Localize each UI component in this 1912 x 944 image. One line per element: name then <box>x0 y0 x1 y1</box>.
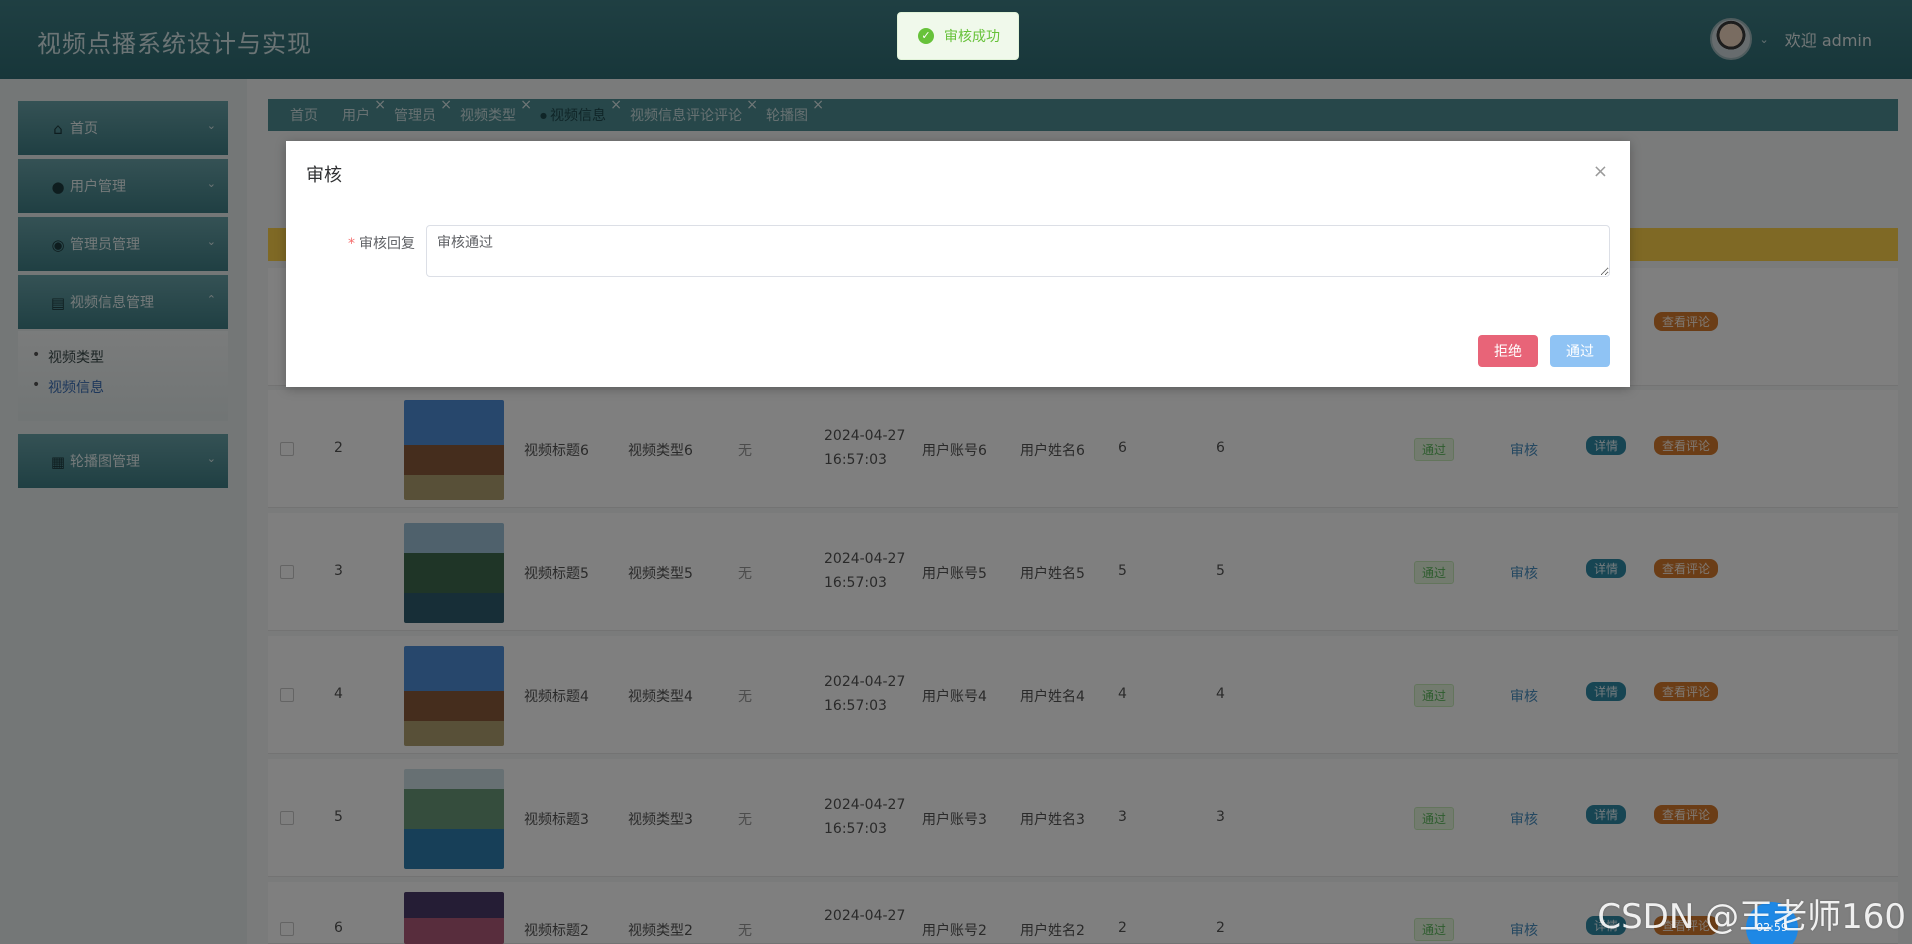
review-dialog: 审核 × * 审核回复 审核通过 拒绝 通过 <box>286 141 1630 387</box>
check-circle-icon: ✓ <box>918 28 934 44</box>
review-reply-label: * 审核回复 <box>348 233 415 253</box>
watermark: CSDN @王老师160 <box>1597 897 1906 937</box>
close-icon[interactable]: × <box>1593 161 1608 182</box>
toast-message: 审核成功 <box>944 29 1000 45</box>
field-label-text: 审核回复 <box>359 236 415 252</box>
reject-button[interactable]: 拒绝 <box>1478 335 1538 367</box>
dialog-title: 审核 <box>306 165 342 186</box>
approve-button[interactable]: 通过 <box>1550 335 1610 367</box>
required-mark: * <box>348 236 355 252</box>
success-toast: ✓ 审核成功 <box>897 12 1019 60</box>
review-reply-field[interactable]: 审核通过 <box>426 225 1610 277</box>
